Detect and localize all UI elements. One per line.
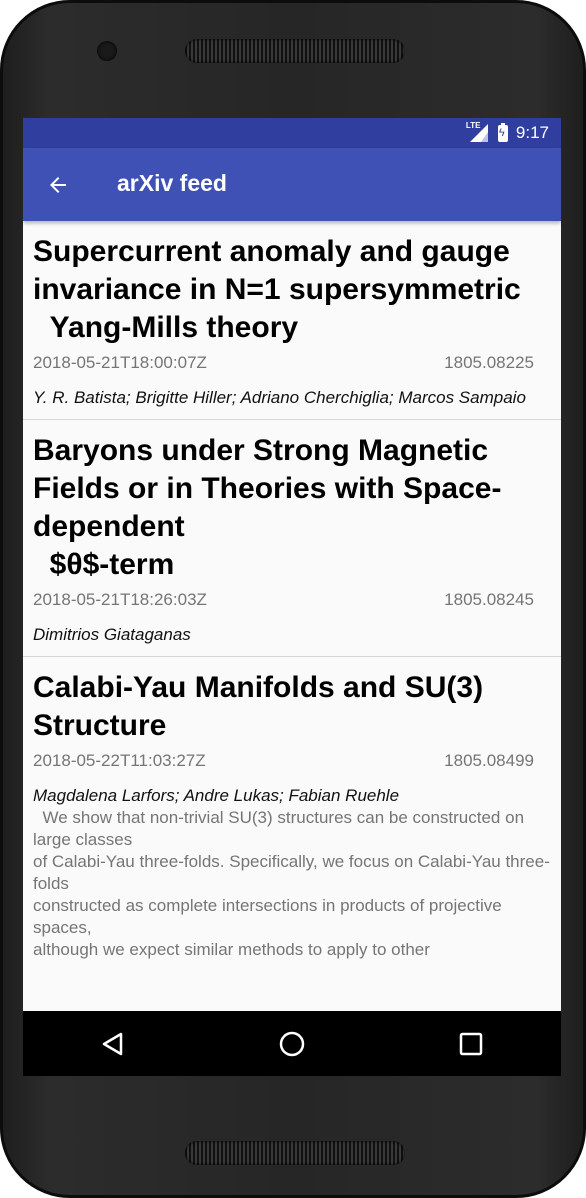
entry-title: Baryons under Strong Magnetic Fields or … <box>33 434 502 581</box>
entry-date: 2018-05-21T18:26:03Z <box>33 590 207 609</box>
status-bar: LTE ϟ 9:17 <box>23 118 561 148</box>
entry-id: 1805.08225 <box>444 353 534 372</box>
nav-back-button[interactable] <box>83 1019 143 1069</box>
entry-id: 1805.08499 <box>444 751 534 770</box>
clock: 9:17 <box>515 123 549 142</box>
feed-entry[interactable]: Baryons under Strong Magnetic Fields or … <box>23 420 561 657</box>
arrow-back-icon <box>50 177 66 193</box>
lte-signal-icon: LTE <box>465 121 490 142</box>
app-bar: arXiv feed <box>23 148 561 221</box>
home-circle-icon <box>279 1031 305 1056</box>
entry-authors: Y. R. Batista; Brigitte Hiller; Adriano … <box>33 388 526 407</box>
entry-date: 2018-05-22T11:03:27Z <box>33 751 206 770</box>
front-camera <box>97 41 117 61</box>
entry-id: 1805.08245 <box>444 590 534 609</box>
page-title: arXiv feed <box>117 170 227 196</box>
battery-charging-icon: ϟ <box>497 122 508 142</box>
nav-home-button[interactable] <box>262 1019 322 1069</box>
feed-entry[interactable]: Supercurrent anomaly and gauge invarianc… <box>23 221 561 420</box>
bottom-speaker <box>185 1141 405 1165</box>
feed-list[interactable]: Supercurrent anomaly and gauge invarianc… <box>23 221 561 1011</box>
system-nav-bar <box>23 1011 561 1076</box>
top-speaker <box>185 39 405 63</box>
screen: LTE ϟ 9:17 arXiv feed Supercurrent anoma… <box>23 118 561 1076</box>
feed-entry[interactable]: Calabi-Yau Manifolds and SU(3) Structure… <box>23 657 561 971</box>
phone-frame: LTE ϟ 9:17 arXiv feed Supercurrent anoma… <box>0 0 586 1198</box>
entry-summary: We show that non-trivial SU(3) structure… <box>33 808 550 959</box>
back-triangle-icon <box>102 1032 122 1055</box>
entry-date: 2018-05-21T18:00:07Z <box>33 353 207 372</box>
entry-title: Supercurrent anomaly and gauge invarianc… <box>33 235 521 344</box>
entry-authors: Magdalena Larfors; Andre Lukas; Fabian R… <box>33 786 400 805</box>
recents-square-icon <box>460 1032 483 1055</box>
entry-authors: Dimitrios Giataganas <box>33 625 191 644</box>
nav-recents-button[interactable] <box>441 1019 501 1069</box>
network-type: LTE <box>465 121 481 130</box>
back-button[interactable] <box>41 168 75 202</box>
entry-title: Calabi-Yau Manifolds and SU(3) Structure <box>33 671 492 742</box>
